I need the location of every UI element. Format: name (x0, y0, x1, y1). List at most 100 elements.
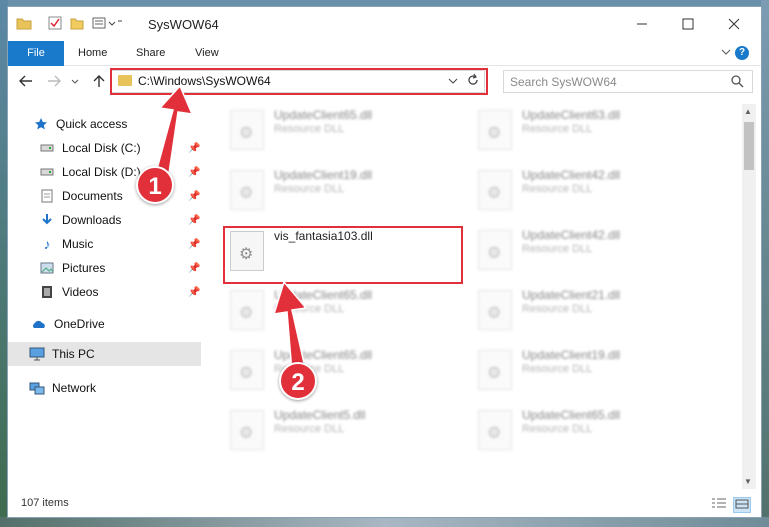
sidebar-item-label: This PC (52, 347, 95, 361)
scroll-down-icon[interactable]: ▼ (744, 477, 752, 486)
file-name: UpdateClient19.dll (522, 348, 621, 362)
file-type: Resource DLL (522, 363, 593, 375)
close-button[interactable] (711, 7, 757, 41)
sidebar-item-local-disk-d[interactable]: Local Disk (D:) (39, 160, 141, 184)
dll-file-icon (230, 410, 264, 450)
file-name: UpdateClient65.dll (274, 108, 373, 122)
expand-ribbon-icon[interactable] (721, 45, 731, 60)
file-item[interactable]: UpdateClient65.dll Resource DLL (228, 104, 458, 160)
sidebar-item-label: Videos (62, 285, 99, 299)
dll-file-icon (478, 170, 512, 210)
back-arrow-icon[interactable] (18, 74, 34, 91)
sidebar-item-quick-access[interactable]: Quick access (33, 112, 127, 136)
pin-icon[interactable]: 📌 (188, 143, 200, 154)
up-arrow-icon[interactable] (92, 74, 106, 91)
file-item[interactable]: UpdateClient5.dll Resource DLL (228, 404, 458, 460)
file-item[interactable]: UpdateClient65.dll Resource DLL (228, 344, 458, 400)
star-icon (33, 116, 49, 132)
scrollbar-thumb[interactable] (744, 122, 754, 170)
search-box[interactable]: Search SysWOW64 (503, 70, 753, 93)
sidebar-item-label: OneDrive (54, 317, 105, 331)
properties-icon[interactable] (48, 16, 62, 33)
sidebar-item-label: Documents (62, 189, 123, 203)
file-type: Resource DLL (522, 183, 593, 195)
title-bar: SysWOW64 (8, 7, 761, 41)
forward-arrow-icon[interactable] (46, 74, 62, 91)
drive-icon (39, 164, 55, 180)
file-name: UpdateClient65.dll (522, 408, 621, 422)
dll-file-icon (478, 110, 512, 150)
file-type: Resource DLL (274, 183, 345, 195)
sidebar-item-documents[interactable]: Documents (39, 184, 123, 208)
sidebar-item-label: Local Disk (C:) (62, 141, 141, 155)
sidebar-item-videos[interactable]: Videos (39, 280, 98, 304)
desktop-background-bottom (0, 517, 769, 527)
computer-icon (29, 346, 45, 362)
file-type: Resource DLL (274, 423, 345, 435)
desktop-background-right (761, 0, 769, 527)
file-item[interactable]: UpdateClient65.dll Resource DLL (228, 284, 458, 340)
dll-file-icon (230, 350, 264, 390)
sidebar-item-label: Network (52, 381, 97, 395)
pin-icon[interactable]: 📌 (188, 263, 200, 274)
network-icon (29, 380, 45, 396)
new-folder-icon[interactable] (70, 16, 84, 33)
help-icon[interactable]: ? (735, 46, 749, 60)
tab-view[interactable]: View (195, 41, 219, 65)
tab-share[interactable]: Share (136, 41, 165, 65)
sidebar-item-this-pc[interactable]: This PC (29, 342, 95, 366)
file-name: UpdateClient42.dll (522, 168, 621, 182)
maximize-button[interactable] (665, 7, 711, 41)
address-bar-highlight (110, 68, 488, 95)
file-name: UpdateClient65.dll (274, 288, 373, 302)
sidebar-item-onedrive[interactable]: OneDrive (31, 312, 105, 336)
navigation-pane: Quick access Local Disk (C:) 📌 Local Dis… (8, 104, 203, 489)
pin-icon[interactable]: 📌 (188, 287, 200, 298)
dll-file-icon (478, 230, 512, 270)
customize-toolbar-icon[interactable] (92, 16, 122, 33)
file-item[interactable]: UpdateClient42.dll Resource DLL (476, 164, 706, 220)
dll-file-icon (478, 350, 512, 390)
sidebar-item-local-disk-c[interactable]: Local Disk (C:) (39, 136, 141, 160)
sidebar-item-network[interactable]: Network (29, 376, 96, 400)
search-icon[interactable] (730, 73, 744, 92)
file-name: UpdateClient5.dll (274, 408, 366, 422)
file-name: UpdateClient63.dll (522, 108, 621, 122)
file-item[interactable]: UpdateClient21.dll Resource DLL (476, 284, 706, 340)
sidebar-item-music[interactable]: ♪ Music (39, 232, 94, 256)
file-item[interactable]: UpdateClient42.dll Resource DLL (476, 224, 706, 280)
file-item[interactable]: UpdateClient63.dll Resource DLL (476, 104, 706, 160)
download-icon (39, 212, 55, 228)
pin-icon[interactable]: 📌 (188, 215, 200, 226)
sidebar-item-pictures[interactable]: Pictures (39, 256, 105, 280)
cloud-icon (31, 316, 47, 332)
file-item[interactable]: UpdateClient19.dll Resource DLL (476, 344, 706, 400)
sidebar-item-label: Downloads (62, 213, 122, 227)
scroll-up-icon[interactable]: ▲ (744, 107, 752, 116)
dll-file-icon (230, 290, 264, 330)
file-type: Resource DLL (522, 243, 593, 255)
window-title: SysWOW64 (148, 17, 219, 32)
sidebar-item-downloads[interactable]: Downloads (39, 208, 121, 232)
sidebar-item-label: Quick access (56, 117, 128, 131)
large-icons-view-icon[interactable] (733, 497, 751, 513)
step-badge-1: 1 (136, 166, 174, 204)
pin-icon[interactable]: 📌 (188, 191, 200, 202)
vertical-scrollbar[interactable]: ▲ ▼ (742, 104, 756, 489)
file-type: Resource DLL (522, 423, 593, 435)
sidebar-item-label: Pictures (62, 261, 106, 275)
pin-icon[interactable]: 📌 (188, 239, 200, 250)
minimize-button[interactable] (619, 7, 665, 41)
search-input[interactable]: Search SysWOW64 (510, 75, 617, 89)
recent-locations-icon[interactable] (70, 74, 80, 91)
tab-home[interactable]: Home (78, 41, 107, 65)
music-icon: ♪ (43, 236, 51, 252)
pin-icon[interactable]: 📌 (188, 167, 200, 178)
file-type: Resource DLL (522, 303, 593, 315)
file-name: UpdateClient21.dll (522, 288, 621, 302)
dll-file-icon (230, 110, 264, 150)
details-view-icon[interactable] (711, 497, 727, 511)
file-item[interactable]: UpdateClient65.dll Resource DLL (476, 404, 706, 460)
file-item[interactable]: UpdateClient19.dll Resource DLL (228, 164, 458, 220)
dll-file-icon (478, 290, 512, 330)
